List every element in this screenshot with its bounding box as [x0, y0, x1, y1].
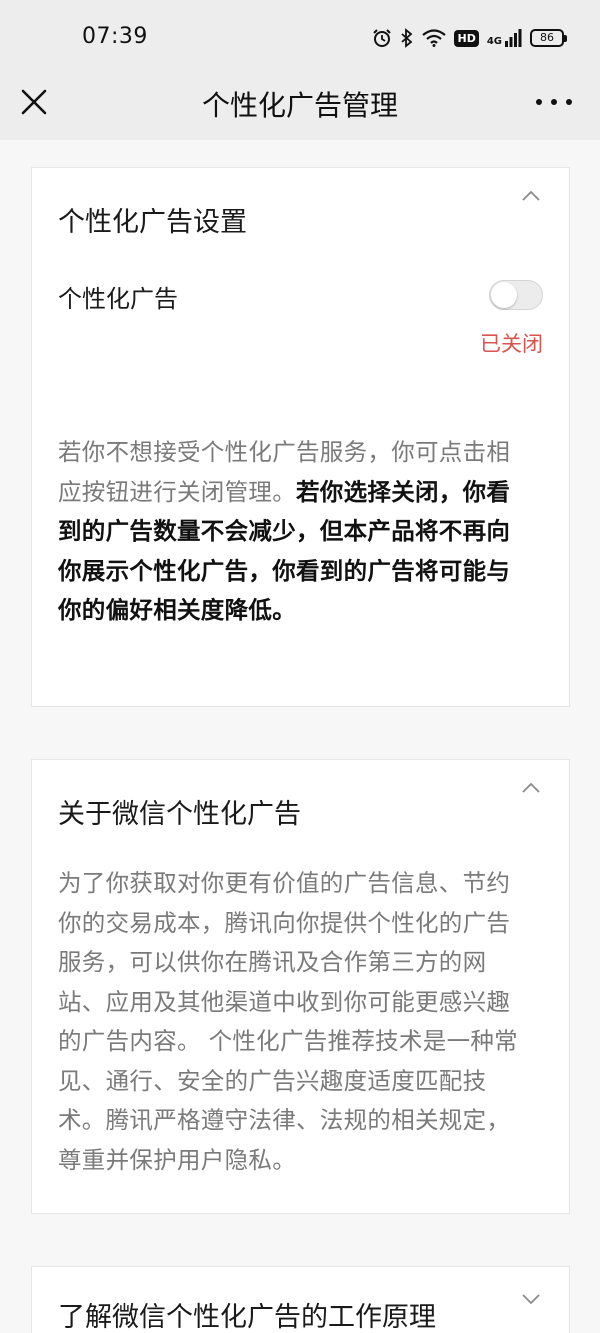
signal-bars-icon: [505, 29, 522, 47]
hd-badge: HD: [454, 29, 479, 47]
chevron-down-icon[interactable]: [521, 1293, 541, 1305]
about-ads-title: 关于微信个性化广告: [58, 799, 301, 830]
status-bar: 07:39 HD 4G 86: [0, 0, 600, 74]
ad-settings-title: 个性化广告设置: [58, 207, 247, 238]
chevron-up-icon[interactable]: [521, 782, 541, 794]
bluetooth-icon: [401, 28, 413, 48]
personalized-ads-toggle[interactable]: [489, 280, 543, 310]
page-title: 个性化广告管理: [201, 89, 398, 122]
how-it-works-card[interactable]: 了解微信个性化广告的工作原理: [31, 1266, 570, 1333]
about-ads-body: 为了你获取对你更有价值的广告信息、节约你的交易成本，腾讯向你提供个性化的广告服务…: [58, 869, 518, 1174]
chevron-up-icon[interactable]: [521, 190, 541, 202]
how-it-works-title: 了解微信个性化广告的工作原理: [58, 1302, 436, 1333]
about-ads-card: 关于微信个性化广告 为了你获取对你更有价值的广告信息、节约你的交易成本，腾讯向你…: [31, 759, 570, 1214]
ad-settings-card: 个性化广告设置 个性化广告 已关闭 若你不想接受个性化广告服务，你可点击相应按钮…: [31, 167, 570, 707]
status-time: 07:39: [82, 24, 148, 49]
alarm-icon: [373, 29, 392, 47]
nav-bar: 个性化广告管理: [0, 74, 600, 140]
wifi-icon: [422, 29, 447, 47]
cellular-signal: 4G: [487, 29, 522, 47]
toggle-status-text: 已关闭: [480, 332, 543, 356]
more-dot-icon: [566, 99, 572, 105]
settings-description: 若你不想接受个性化广告服务，你可点击相应按钮进行关闭管理。若你选择关闭，你看到的…: [58, 433, 528, 631]
battery-icon: 86: [530, 29, 567, 47]
network-type-label: 4G: [486, 36, 502, 47]
personalized-ads-label: 个性化广告: [58, 285, 178, 313]
toggle-knob: [491, 282, 517, 308]
battery-level: 86: [540, 31, 554, 44]
more-dot-icon: [536, 99, 542, 105]
more-dot-icon: [551, 99, 557, 105]
more-options-button[interactable]: [536, 88, 572, 116]
page-content: 个性化广告设置 个性化广告 已关闭 若你不想接受个性化广告服务，你可点击相应按钮…: [0, 140, 600, 1333]
status-icons: HD 4G 86: [372, 24, 567, 52]
